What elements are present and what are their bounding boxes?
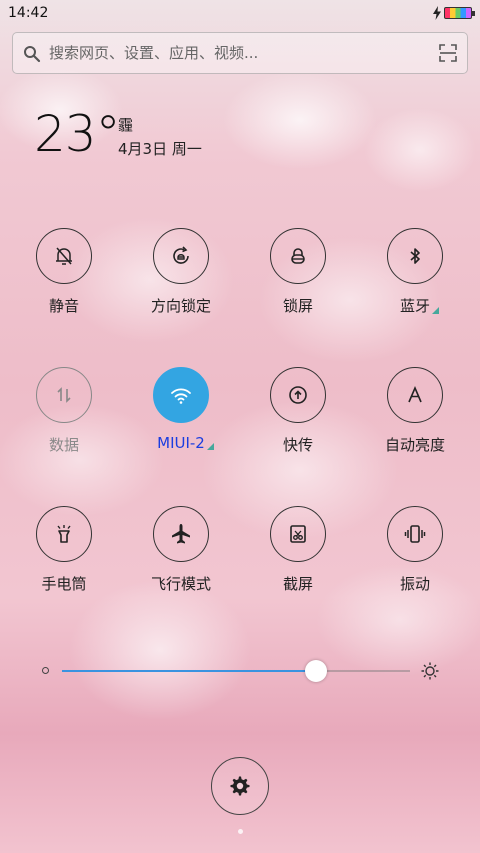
toggle-bluetooth-label: 蓝牙 [400, 295, 439, 316]
toggle-rotation-lock-label: 方向锁定 [150, 297, 211, 315]
status-bar: 14:42 [0, 0, 480, 28]
toggle-auto-brightness[interactable]: 自动亮度 [357, 367, 473, 455]
brightness-high-icon [421, 662, 439, 680]
toggle-quick-share[interactable]: 快传 [240, 367, 356, 455]
brightness-fill [62, 670, 317, 672]
toggle-screenshot[interactable]: 截屏 [240, 506, 356, 594]
brightness-low-icon [42, 667, 49, 674]
more-options-indicator [206, 443, 214, 450]
toggle-wifi-button[interactable] [153, 367, 209, 423]
flashlight-icon [57, 525, 71, 543]
temperature: 23° [34, 105, 121, 163]
toggle-lock-screen-label: 锁屏 [282, 297, 313, 315]
bluetooth-icon [410, 248, 420, 264]
gear-icon [230, 776, 250, 796]
toggle-bluetooth-button[interactable] [387, 228, 443, 284]
toggle-flashlight-button[interactable] [36, 506, 92, 562]
search-input[interactable] [49, 42, 419, 64]
charging-icon [433, 6, 441, 20]
toggle-bluetooth[interactable]: 蓝牙 [357, 228, 473, 316]
vibrate-icon [404, 525, 426, 543]
search-bar[interactable] [12, 32, 468, 74]
auto-brightness-icon [408, 385, 422, 403]
airplane-icon [172, 524, 190, 544]
scan-icon[interactable] [439, 44, 457, 62]
bell-off-icon [56, 247, 72, 265]
toggle-mute-button[interactable] [36, 228, 92, 284]
screenshot-icon [290, 525, 306, 543]
toggle-airplane-mode[interactable]: 飞行模式 [123, 506, 239, 594]
battery-tip [472, 11, 475, 16]
toggle-rotation-lock[interactable]: 方向锁定 [123, 228, 239, 316]
wifi-icon [171, 388, 191, 404]
toggle-airplane-mode-label: 飞行模式 [150, 575, 211, 593]
page-indicator [238, 829, 243, 834]
toggle-auto-brightness-button[interactable] [387, 367, 443, 423]
toggle-flashlight[interactable]: 手电筒 [6, 506, 122, 594]
lock-icon [291, 248, 305, 264]
toggle-auto-brightness-label: 自动亮度 [384, 436, 445, 454]
toggle-quick-share-button[interactable] [270, 367, 326, 423]
toggle-wifi[interactable]: MIUI-2 [123, 367, 239, 452]
brightness-slider[interactable] [40, 656, 440, 686]
toggle-lock-screen[interactable]: 锁屏 [240, 228, 356, 316]
search-icon [24, 46, 41, 63]
toggle-vibrate-button[interactable] [387, 506, 443, 562]
toggle-vibrate-label: 振动 [399, 575, 430, 593]
brightness-track[interactable] [62, 670, 410, 672]
toggle-airplane-mode-button[interactable] [153, 506, 209, 562]
mobile-data-icon [57, 387, 71, 403]
toggle-lock-screen-button[interactable] [270, 228, 326, 284]
toggle-mobile-data-button[interactable] [36, 367, 92, 423]
toggle-screenshot-button[interactable] [270, 506, 326, 562]
toggle-quick-share-label: 快传 [282, 436, 313, 454]
more-options-indicator [432, 307, 439, 314]
share-upload-icon [289, 386, 307, 404]
toggle-flashlight-label: 手电筒 [41, 575, 87, 593]
status-time: 14:42 [8, 5, 49, 21]
brightness-thumb[interactable] [305, 660, 328, 682]
toggle-screenshot-label: 截屏 [282, 575, 313, 593]
toggle-mobile-data[interactable]: 数据 [6, 367, 122, 455]
toggle-wifi-label: MIUI-2 [157, 434, 214, 452]
weather-condition: 霾 [118, 116, 134, 134]
toggle-rotation-lock-button[interactable] [153, 228, 209, 284]
toggle-mute[interactable]: 静音 [6, 228, 122, 316]
battery-icon [444, 7, 472, 19]
settings-button[interactable] [211, 757, 269, 815]
rotation-lock-icon [173, 246, 189, 264]
toggle-mobile-data-label: 数据 [48, 436, 79, 454]
date-label: 4月3日 周一 [118, 140, 202, 158]
toggle-mute-label: 静音 [48, 297, 79, 315]
toggle-vibrate[interactable]: 振动 [357, 506, 473, 594]
